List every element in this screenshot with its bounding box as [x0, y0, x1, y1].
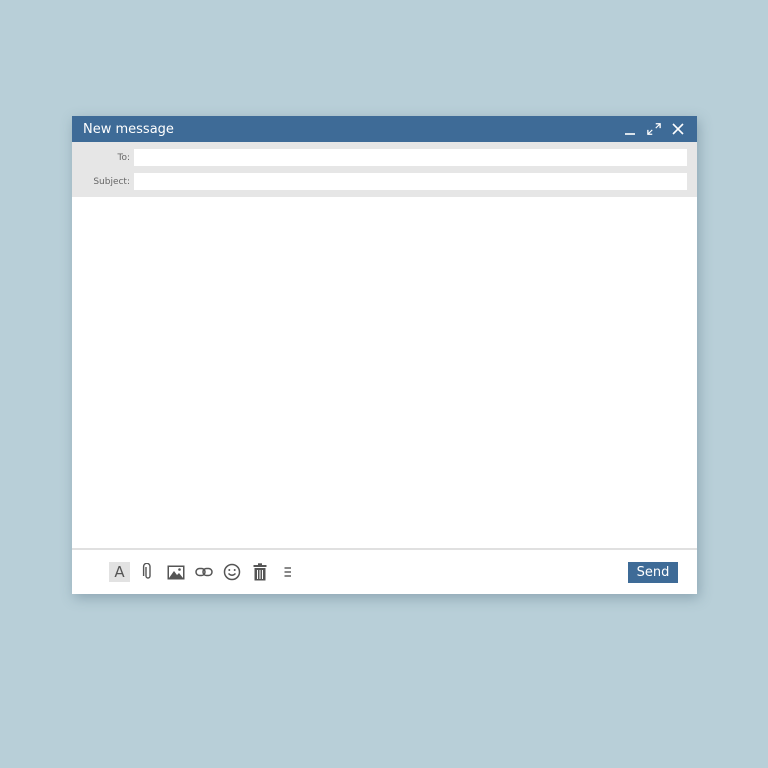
- send-button[interactable]: Send: [628, 561, 678, 583]
- window-title: New message: [83, 121, 174, 137]
- emoji-icon[interactable]: [222, 562, 242, 582]
- format-text-icon[interactable]: A: [109, 562, 130, 582]
- image-icon[interactable]: [166, 562, 186, 582]
- attachment-icon[interactable]: [138, 562, 158, 582]
- link-icon[interactable]: [194, 562, 214, 582]
- message-body[interactable]: [72, 197, 697, 548]
- minimize-icon[interactable]: [623, 122, 637, 136]
- subject-row: Subject:: [72, 173, 687, 190]
- title-bar: New message: [72, 116, 697, 142]
- trash-icon[interactable]: [250, 562, 270, 582]
- window-controls: [623, 122, 685, 136]
- expand-icon[interactable]: [647, 122, 661, 136]
- compose-toolbar: A Send: [72, 550, 697, 594]
- subject-label: Subject:: [93, 176, 130, 187]
- to-field[interactable]: [134, 149, 687, 166]
- to-row: To:: [72, 149, 687, 166]
- subject-field[interactable]: [134, 173, 687, 190]
- to-label: To:: [117, 152, 130, 163]
- close-icon[interactable]: [671, 122, 685, 136]
- more-options-icon[interactable]: [278, 562, 298, 582]
- compose-window: New message To: Subject: A Send: [72, 116, 697, 594]
- formatting-tools: A: [109, 562, 298, 582]
- header-fields: To: Subject:: [72, 142, 697, 197]
